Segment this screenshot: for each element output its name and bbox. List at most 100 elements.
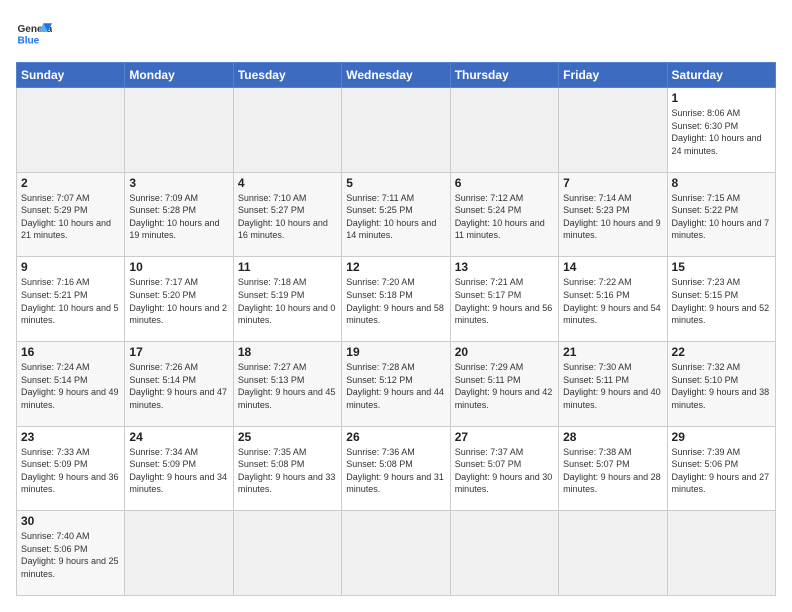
- calendar-cell: [667, 511, 775, 596]
- day-info: Sunrise: 7:39 AM Sunset: 5:06 PM Dayligh…: [672, 446, 771, 496]
- calendar-cell: [450, 88, 558, 173]
- calendar-cell: [450, 511, 558, 596]
- day-number: 10: [129, 260, 228, 274]
- calendar-cell: 27Sunrise: 7:37 AM Sunset: 5:07 PM Dayli…: [450, 426, 558, 511]
- day-number: 19: [346, 345, 445, 359]
- day-info: Sunrise: 7:21 AM Sunset: 5:17 PM Dayligh…: [455, 276, 554, 326]
- day-info: Sunrise: 7:09 AM Sunset: 5:28 PM Dayligh…: [129, 192, 228, 242]
- day-number: 2: [21, 176, 120, 190]
- day-info: Sunrise: 7:22 AM Sunset: 5:16 PM Dayligh…: [563, 276, 662, 326]
- day-number: 5: [346, 176, 445, 190]
- day-info: Sunrise: 7:14 AM Sunset: 5:23 PM Dayligh…: [563, 192, 662, 242]
- day-info: Sunrise: 7:26 AM Sunset: 5:14 PM Dayligh…: [129, 361, 228, 411]
- day-info: Sunrise: 7:40 AM Sunset: 5:06 PM Dayligh…: [21, 530, 120, 580]
- day-number: 9: [21, 260, 120, 274]
- day-info: Sunrise: 7:30 AM Sunset: 5:11 PM Dayligh…: [563, 361, 662, 411]
- calendar-week-row: 16Sunrise: 7:24 AM Sunset: 5:14 PM Dayli…: [17, 341, 776, 426]
- day-number: 14: [563, 260, 662, 274]
- day-number: 28: [563, 430, 662, 444]
- calendar-cell: 8 Sunrise: 7:15 AM Sunset: 5:22 PM Daylig…: [667, 172, 775, 257]
- day-info: Sunrise: 7:10 AM Sunset: 5:27 PM Dayligh…: [238, 192, 337, 242]
- calendar-cell: 28 Sunrise: 7:38 AM Sunset: 5:07 PM Dayli…: [559, 426, 667, 511]
- calendar-cell: 20Sunrise: 7:29 AM Sunset: 5:11 PM Dayli…: [450, 341, 558, 426]
- calendar-cell: [342, 88, 450, 173]
- calendar-cell: [233, 511, 341, 596]
- svg-text:Blue: Blue: [17, 35, 39, 46]
- weekday-header-thursday: Thursday: [450, 63, 558, 88]
- calendar-cell: 19Sunrise: 7:28 AM Sunset: 5:12 PM Dayli…: [342, 341, 450, 426]
- day-number: 11: [238, 260, 337, 274]
- header: General Blue: [16, 16, 776, 52]
- calendar-cell: 11 Sunrise: 7:18 AM Sunset: 5:19 PM Dayli…: [233, 257, 341, 342]
- day-info: Sunrise: 7:38 AM Sunset: 5:07 PM Dayligh…: [563, 446, 662, 496]
- day-info: Sunrise: 7:34 AM Sunset: 5:09 PM Dayligh…: [129, 446, 228, 496]
- day-number: 27: [455, 430, 554, 444]
- day-info: Sunrise: 7:12 AM Sunset: 5:24 PM Dayligh…: [455, 192, 554, 242]
- weekday-header-sunday: Sunday: [17, 63, 125, 88]
- day-info: Sunrise: 8:06 AM Sunset: 6:30 PM Dayligh…: [672, 107, 771, 157]
- day-number: 30: [21, 514, 120, 528]
- day-info: Sunrise: 7:23 AM Sunset: 5:15 PM Dayligh…: [672, 276, 771, 326]
- calendar-week-row: 9Sunrise: 7:16 AM Sunset: 5:21 PM Daylig…: [17, 257, 776, 342]
- logo: General Blue: [16, 16, 52, 52]
- day-info: Sunrise: 7:33 AM Sunset: 5:09 PM Dayligh…: [21, 446, 120, 496]
- calendar-cell: 23 Sunrise: 7:33 AM Sunset: 5:09 PM Dayli…: [17, 426, 125, 511]
- calendar-cell: 7 Sunrise: 7:14 AM Sunset: 5:23 PM Daylig…: [559, 172, 667, 257]
- day-number: 15: [672, 260, 771, 274]
- calendar-cell: 26Sunrise: 7:36 AM Sunset: 5:08 PM Dayli…: [342, 426, 450, 511]
- day-info: Sunrise: 7:15 AM Sunset: 5:22 PM Dayligh…: [672, 192, 771, 242]
- calendar-cell: [559, 88, 667, 173]
- day-number: 24: [129, 430, 228, 444]
- calendar-cell: 21 Sunrise: 7:30 AM Sunset: 5:11 PM Dayli…: [559, 341, 667, 426]
- calendar-cell: 5 Sunrise: 7:11 AM Sunset: 5:25 PM Daylig…: [342, 172, 450, 257]
- day-info: Sunrise: 7:11 AM Sunset: 5:25 PM Dayligh…: [346, 192, 445, 242]
- day-number: 7: [563, 176, 662, 190]
- calendar-cell: 13Sunrise: 7:21 AM Sunset: 5:17 PM Dayli…: [450, 257, 558, 342]
- day-number: 23: [21, 430, 120, 444]
- day-number: 22: [672, 345, 771, 359]
- calendar-cell: 6 Sunrise: 7:12 AM Sunset: 5:24 PM Daylig…: [450, 172, 558, 257]
- day-number: 8: [672, 176, 771, 190]
- day-info: Sunrise: 7:27 AM Sunset: 5:13 PM Dayligh…: [238, 361, 337, 411]
- calendar-week-row: 30 Sunrise: 7:40 AM Sunset: 5:06 PM Dayli…: [17, 511, 776, 596]
- day-info: Sunrise: 7:32 AM Sunset: 5:10 PM Dayligh…: [672, 361, 771, 411]
- day-number: 29: [672, 430, 771, 444]
- calendar-cell: 22 Sunrise: 7:32 AM Sunset: 5:10 PM Dayli…: [667, 341, 775, 426]
- day-number: 18: [238, 345, 337, 359]
- calendar-cell: [233, 88, 341, 173]
- day-info: Sunrise: 7:18 AM Sunset: 5:19 PM Dayligh…: [238, 276, 337, 326]
- day-number: 16: [21, 345, 120, 359]
- day-number: 21: [563, 345, 662, 359]
- calendar-cell: 3 Sunrise: 7:09 AM Sunset: 5:28 PM Daylig…: [125, 172, 233, 257]
- calendar-cell: 18 Sunrise: 7:27 AM Sunset: 5:13 PM Dayli…: [233, 341, 341, 426]
- calendar-cell: 24 Sunrise: 7:34 AM Sunset: 5:09 PM Dayli…: [125, 426, 233, 511]
- day-number: 6: [455, 176, 554, 190]
- calendar-cell: 29 Sunrise: 7:39 AM Sunset: 5:06 PM Dayli…: [667, 426, 775, 511]
- day-number: 3: [129, 176, 228, 190]
- day-info: Sunrise: 7:17 AM Sunset: 5:20 PM Dayligh…: [129, 276, 228, 326]
- day-info: Sunrise: 7:07 AM Sunset: 5:29 PM Dayligh…: [21, 192, 120, 242]
- calendar-cell: 1 Sunrise: 8:06 AM Sunset: 6:30 PM Daylig…: [667, 88, 775, 173]
- calendar-header: SundayMondayTuesdayWednesdayThursdayFrid…: [17, 63, 776, 88]
- day-number: 25: [238, 430, 337, 444]
- day-number: 4: [238, 176, 337, 190]
- calendar-cell: 2 Sunrise: 7:07 AM Sunset: 5:29 PM Daylig…: [17, 172, 125, 257]
- page: General Blue SundayMondayTuesdayWednesda…: [0, 0, 792, 612]
- calendar-cell: [125, 511, 233, 596]
- day-info: Sunrise: 7:29 AM Sunset: 5:11 PM Dayligh…: [455, 361, 554, 411]
- day-number: 1: [672, 91, 771, 105]
- weekday-header-saturday: Saturday: [667, 63, 775, 88]
- day-info: Sunrise: 7:20 AM Sunset: 5:18 PM Dayligh…: [346, 276, 445, 326]
- calendar-table: SundayMondayTuesdayWednesdayThursdayFrid…: [16, 62, 776, 596]
- calendar-cell: 4 Sunrise: 7:10 AM Sunset: 5:27 PM Daylig…: [233, 172, 341, 257]
- day-number: 12: [346, 260, 445, 274]
- day-info: Sunrise: 7:35 AM Sunset: 5:08 PM Dayligh…: [238, 446, 337, 496]
- calendar-cell: 30 Sunrise: 7:40 AM Sunset: 5:06 PM Dayli…: [17, 511, 125, 596]
- calendar-cell: 16Sunrise: 7:24 AM Sunset: 5:14 PM Dayli…: [17, 341, 125, 426]
- day-info: Sunrise: 7:36 AM Sunset: 5:08 PM Dayligh…: [346, 446, 445, 496]
- calendar-cell: [342, 511, 450, 596]
- calendar-cell: 10 Sunrise: 7:17 AM Sunset: 5:20 PM Dayli…: [125, 257, 233, 342]
- weekday-header-monday: Monday: [125, 63, 233, 88]
- calendar-cell: 15 Sunrise: 7:23 AM Sunset: 5:15 PM Dayli…: [667, 257, 775, 342]
- calendar-week-row: 2 Sunrise: 7:07 AM Sunset: 5:29 PM Daylig…: [17, 172, 776, 257]
